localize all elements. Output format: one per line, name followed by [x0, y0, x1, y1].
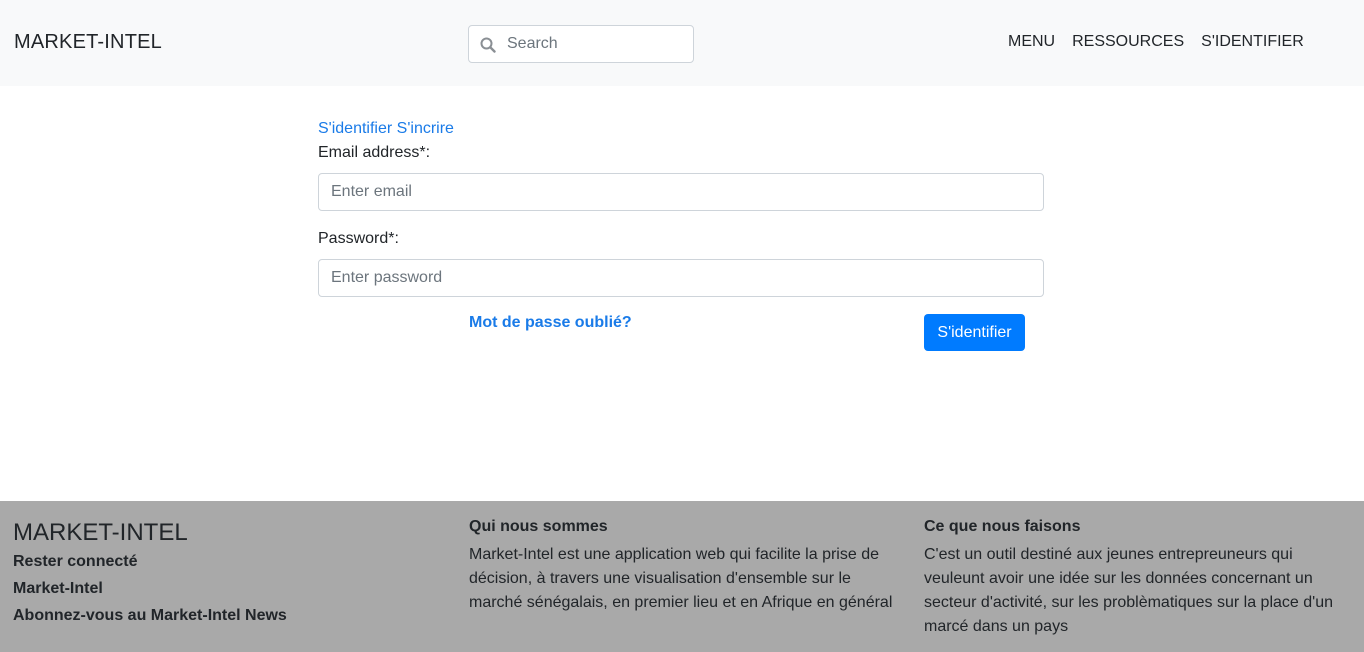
footer-about-text: Market-Intel est une application web qui…	[469, 546, 893, 611]
footer-link-newsletter[interactable]: Abonnez-vous au Market-Intel News	[13, 607, 287, 625]
footer-brand: MARKET-INTEL	[13, 519, 188, 546]
footer: MARKET-INTEL Rester connecté Market-Inte…	[0, 501, 1364, 652]
email-field[interactable]	[318, 173, 1044, 211]
footer-about-heading: Qui nous sommes	[469, 518, 608, 535]
password-field[interactable]	[318, 259, 1044, 297]
auth-tabs: S'identifier S'incrire	[318, 120, 454, 138]
nav-item-menu[interactable]: MENU	[1008, 33, 1055, 51]
tab-login[interactable]: S'identifier	[318, 120, 392, 137]
footer-what-heading: Ce que nous faisons	[924, 518, 1081, 535]
search-input[interactable]	[507, 26, 687, 62]
main-nav: MENU RESSOURCES S'IDENTIFIER	[1008, 33, 1321, 51]
forgot-password-link[interactable]: Mot de passe oublié?	[469, 314, 632, 332]
password-label: Password*:	[318, 230, 399, 247]
search-icon	[480, 37, 496, 53]
nav-item-ressources[interactable]: RESSOURCES	[1072, 33, 1184, 51]
footer-what-text: C'est un outil destiné aux jeunes entrep…	[924, 546, 1333, 635]
nav-item-sidentifier[interactable]: S'IDENTIFIER	[1201, 33, 1304, 51]
search-box[interactable]	[468, 25, 694, 63]
footer-link-market-intel[interactable]: Market-Intel	[13, 580, 103, 598]
login-submit-button[interactable]: S'identifier	[924, 314, 1025, 351]
email-label: Email address*:	[318, 144, 431, 161]
brand-logo[interactable]: MARKET-INTEL	[14, 31, 162, 54]
navbar: MARKET-INTEL MENU RESSOURCES S'IDENTIFIE…	[0, 0, 1364, 86]
footer-link-stay-connected[interactable]: Rester connecté	[13, 553, 138, 571]
tab-register[interactable]: S'incrire	[397, 120, 454, 137]
